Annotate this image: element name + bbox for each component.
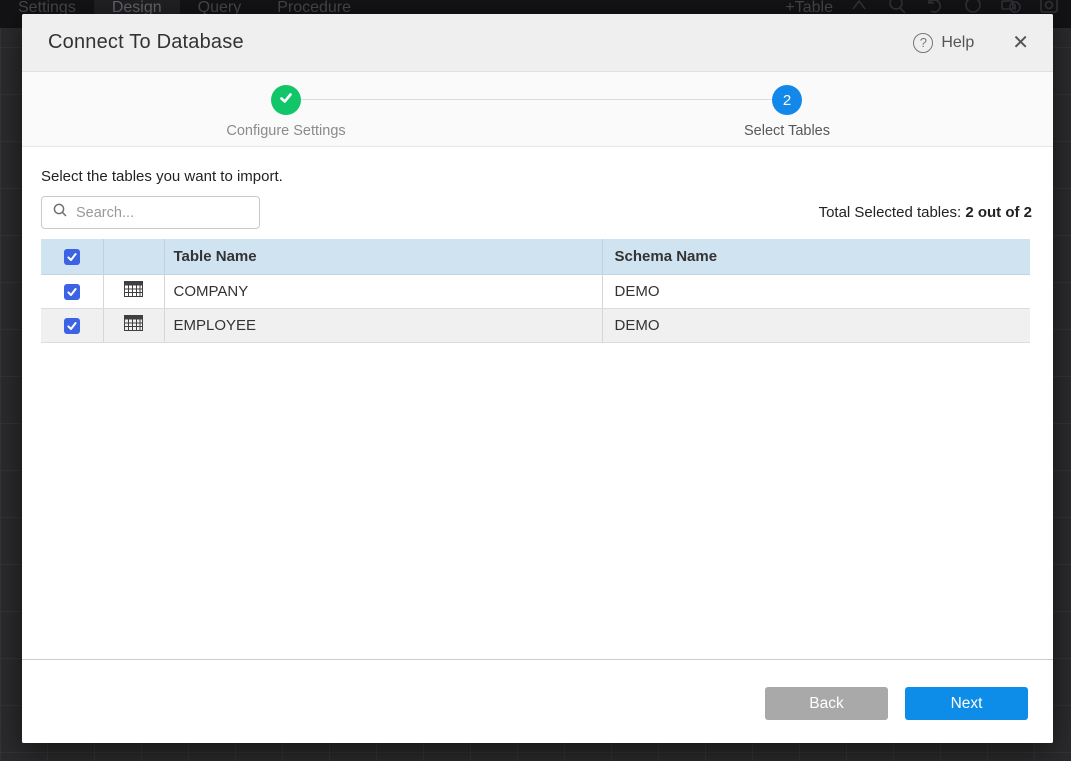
tables-list: Table Name Schema Name COMPANY DEMO <box>41 239 1030 343</box>
schema-name-cell: DEMO <box>602 274 1030 308</box>
connect-to-database-dialog: Connect To Database ? Help ✕ Configure S… <box>22 14 1053 743</box>
intro-text: Select the tables you want to import. <box>41 168 1032 185</box>
table-name-cell: COMPANY <box>164 274 602 308</box>
check-icon <box>278 90 294 111</box>
help-icon[interactable]: ? <box>913 33 933 53</box>
step-number: 2 <box>783 92 791 109</box>
row-checkbox[interactable] <box>64 318 80 334</box>
step-label: Configure Settings <box>176 123 396 139</box>
selected-tables-summary: Total Selected tables: 2 out of 2 <box>819 204 1032 221</box>
table-name-cell: EMPLOYEE <box>164 308 602 342</box>
search-input[interactable] <box>76 205 236 221</box>
wizard-stepper: Configure Settings 2 Select Tables <box>22 72 1053 147</box>
table-icon <box>124 281 143 301</box>
step-active-indicator: 2 <box>772 85 802 115</box>
table-search-box[interactable] <box>41 196 260 229</box>
table-row[interactable]: COMPANY DEMO <box>41 274 1030 308</box>
table-header-row: Table Name Schema Name <box>41 239 1030 274</box>
schema-name-cell: DEMO <box>602 308 1030 342</box>
table-icon <box>124 315 143 335</box>
step-configure-settings: Configure Settings <box>176 72 396 139</box>
summary-label: Total Selected tables: <box>819 204 962 221</box>
dialog-title: Connect To Database <box>48 31 244 54</box>
row-checkbox[interactable] <box>64 284 80 300</box>
dialog-header: Connect To Database ? Help ✕ <box>22 14 1053 72</box>
close-icon[interactable]: ✕ <box>1012 33 1029 53</box>
dialog-body: Select the tables you want to import. To… <box>22 147 1053 659</box>
column-header-table-name: Table Name <box>164 239 602 274</box>
back-button[interactable]: Back <box>765 687 888 720</box>
column-header-schema-name: Schema Name <box>602 239 1030 274</box>
search-icon <box>52 202 68 223</box>
step-label: Select Tables <box>677 123 897 139</box>
summary-value: 2 out of 2 <box>965 204 1032 221</box>
help-button[interactable]: Help <box>941 34 974 52</box>
next-button[interactable]: Next <box>905 687 1028 720</box>
table-row[interactable]: EMPLOYEE DEMO <box>41 308 1030 342</box>
select-all-checkbox[interactable] <box>64 249 80 265</box>
step-select-tables: 2 Select Tables <box>677 72 897 139</box>
step-complete-indicator <box>271 85 301 115</box>
dialog-footer: Back Next <box>22 659 1053 743</box>
